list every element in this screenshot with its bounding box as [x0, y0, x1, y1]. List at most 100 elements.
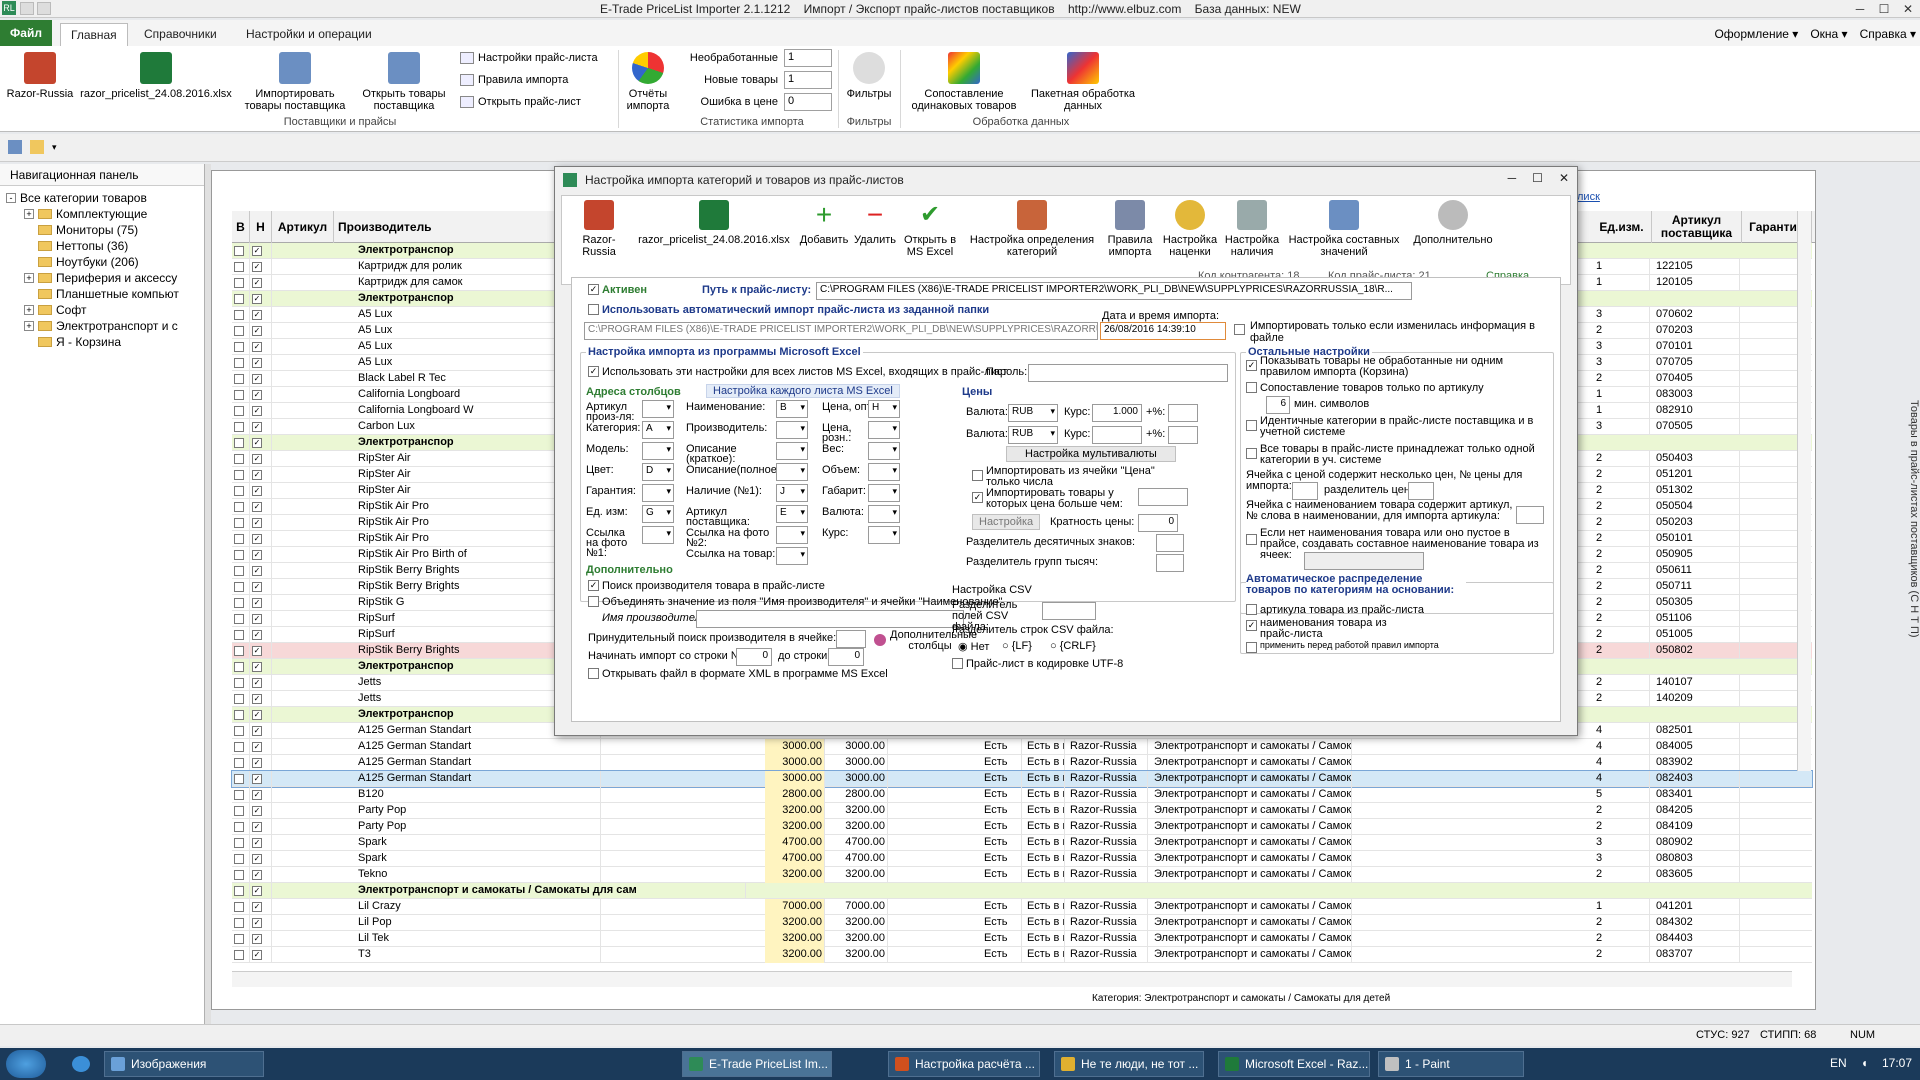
dlg-open-excel-button[interactable]: ✔ Открыть в MS Excel: [902, 200, 958, 258]
one-category-checkbox[interactable]: [1246, 448, 1257, 459]
checkbox[interactable]: [234, 310, 244, 320]
price-number-input[interactable]: [1292, 482, 1318, 500]
checkbox[interactable]: [234, 934, 244, 944]
dlg-add-button[interactable]: + Добавить: [798, 200, 850, 247]
tree-node[interactable]: Мониторы (75): [6, 222, 204, 238]
column-select[interactable]: E: [776, 505, 808, 523]
checkbox[interactable]: ✓: [252, 758, 262, 768]
checkbox[interactable]: ✓: [252, 774, 262, 784]
checkbox[interactable]: [234, 710, 244, 720]
row-checkbox-v[interactable]: [232, 819, 250, 835]
checkbox[interactable]: ✓: [252, 310, 262, 320]
row-checkbox-n[interactable]: ✓: [250, 339, 272, 355]
use-all-checkbox[interactable]: ✓: [588, 366, 599, 377]
row-checkbox-v[interactable]: [232, 307, 250, 323]
each-sheet-button[interactable]: Настройка каждого листа MS Excel: [706, 384, 900, 398]
checkbox[interactable]: ✓: [252, 742, 262, 752]
checkbox[interactable]: ✓: [252, 454, 262, 464]
checkbox[interactable]: ✓: [252, 790, 262, 800]
start-row-input[interactable]: 0: [736, 648, 772, 666]
checkbox[interactable]: ✓: [252, 246, 262, 256]
composite-cells-input[interactable]: [1304, 552, 1424, 570]
row-checkbox-n[interactable]: ✓: [250, 371, 272, 387]
filter-icon[interactable]: [8, 140, 22, 154]
row-checkbox-v[interactable]: [232, 835, 250, 851]
checkbox[interactable]: [234, 406, 244, 416]
checkbox[interactable]: ✓: [252, 918, 262, 928]
table-row[interactable]: ✓ T3 3200.00 3200.00 Есть Есть в н Razor-Russi…: [232, 947, 1812, 963]
minimize-icon[interactable]: ─: [1848, 0, 1872, 18]
row-checkbox-v[interactable]: [232, 259, 250, 275]
row-checkbox-n[interactable]: ✓: [250, 435, 272, 451]
col-n[interactable]: Н: [250, 211, 272, 243]
checkbox[interactable]: ✓: [252, 294, 262, 304]
table-row[interactable]: ✓ Party Pop 3200.00 3200.00 Есть Есть в н Razo…: [232, 819, 1812, 835]
taskbar-button[interactable]: 1 - Paint: [1378, 1051, 1524, 1077]
ie-icon[interactable]: [72, 1056, 90, 1072]
row-checkbox-v[interactable]: [232, 627, 250, 643]
manufacturer-name-input[interactable]: [696, 610, 964, 628]
row-checkbox-n[interactable]: ✓: [250, 403, 272, 419]
match-by-article-checkbox[interactable]: [1246, 382, 1257, 393]
checkbox[interactable]: ✓: [252, 550, 262, 560]
table-row[interactable]: ✓ Spark 4700.00 4700.00 Есть Есть в н Razor-Ru…: [232, 851, 1812, 867]
volume-icon[interactable]: ◖: [1861, 1056, 1868, 1070]
checkbox[interactable]: [234, 294, 244, 304]
csv-opt-none[interactable]: ◉ Нет: [958, 640, 989, 653]
qat-save-icon[interactable]: [20, 2, 34, 15]
filters-button[interactable]: Фильтры: [842, 52, 896, 100]
language-indicator[interactable]: EN: [1830, 1056, 1847, 1070]
checkbox[interactable]: ✓: [252, 902, 262, 912]
table-row[interactable]: ✓ Spark 4700.00 4700.00 Есть Есть в н Razor-Ru…: [232, 835, 1812, 851]
tree-node[interactable]: - Все категории товаров: [6, 190, 204, 206]
row-checkbox-n[interactable]: ✓: [250, 483, 272, 499]
row-checkbox-n[interactable]: ✓: [250, 867, 272, 883]
row-checkbox-v[interactable]: [232, 483, 250, 499]
row-checkbox-v[interactable]: [232, 931, 250, 947]
checkbox[interactable]: [234, 822, 244, 832]
checkbox[interactable]: [234, 646, 244, 656]
checkbox[interactable]: [234, 262, 244, 272]
dlg-markup-button[interactable]: Настройка наценки: [1160, 200, 1220, 258]
table-row[interactable]: ✓ Электротранспорт и самокаты / Самокаты …: [232, 883, 1812, 899]
dialog-maximize-icon[interactable]: ☐: [1532, 171, 1543, 185]
no-name-checkbox[interactable]: [1246, 534, 1257, 545]
checkbox[interactable]: [234, 518, 244, 528]
row-checkbox-v[interactable]: [232, 707, 250, 723]
row-checkbox-v[interactable]: [232, 579, 250, 595]
checkbox[interactable]: [234, 742, 244, 752]
row-checkbox-v[interactable]: [232, 739, 250, 755]
checkbox[interactable]: [234, 278, 244, 288]
row-checkbox-v[interactable]: [232, 403, 250, 419]
to-row-input[interactable]: 0: [828, 648, 864, 666]
row-checkbox-v[interactable]: [232, 867, 250, 883]
checkbox[interactable]: ✓: [252, 566, 262, 576]
row-checkbox-v[interactable]: [232, 755, 250, 771]
price-numbers-checkbox[interactable]: [972, 470, 983, 481]
tree-node[interactable]: + Софт: [6, 302, 204, 318]
row-checkbox-n[interactable]: ✓: [250, 307, 272, 323]
qat-undo-icon[interactable]: [37, 2, 51, 15]
checkbox[interactable]: [234, 470, 244, 480]
force-search-input[interactable]: [836, 630, 866, 648]
column-select[interactable]: [868, 484, 900, 502]
checkbox[interactable]: [234, 246, 244, 256]
import-rules-button[interactable]: Правила импорта: [460, 74, 568, 86]
checkbox[interactable]: ✓: [252, 358, 262, 368]
tree-node[interactable]: + Периферия и аксессу: [6, 270, 204, 286]
row-checkbox-v[interactable]: [232, 275, 250, 291]
checkbox[interactable]: ✓: [252, 406, 262, 416]
column-select[interactable]: [868, 442, 900, 460]
tab-settings[interactable]: Настройки и операции: [236, 23, 382, 46]
column-select[interactable]: [642, 484, 674, 502]
expand-icon[interactable]: +: [24, 273, 34, 283]
rate2-input[interactable]: [1092, 426, 1142, 444]
row-checkbox-v[interactable]: [232, 851, 250, 867]
row-checkbox-v[interactable]: [232, 659, 250, 675]
tree-node[interactable]: Я - Корзина: [6, 334, 204, 350]
identical-categories-checkbox[interactable]: [1246, 420, 1257, 431]
dlg-more-button[interactable]: Дополнительно: [1408, 200, 1498, 246]
table-row[interactable]: ✓ Party Pop 3200.00 3200.00 Есть Есть в н Razo…: [232, 803, 1812, 819]
min-symbols-input[interactable]: 6: [1266, 396, 1290, 414]
find-manufacturer-checkbox[interactable]: ✓: [588, 580, 599, 591]
